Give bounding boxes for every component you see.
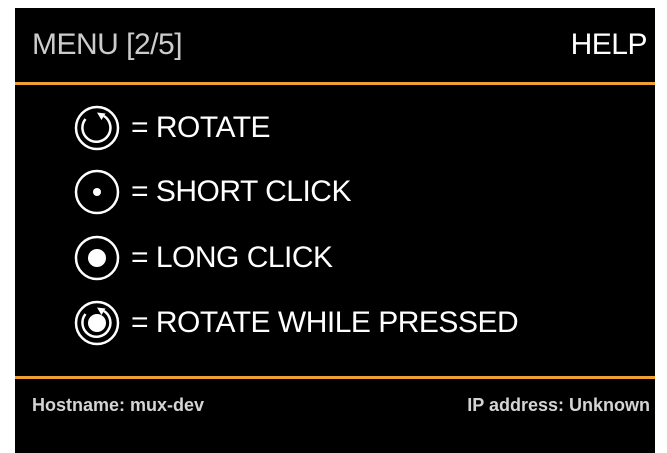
ip-address-text: IP address: Unknown [467, 395, 650, 415]
legend-label-rotate: = ROTATE [131, 111, 271, 144]
legend-label-short-click: = SHORT CLICK [131, 175, 351, 208]
device-screen: MENU [2/5] HELP = ROTATE = SHORT CLICK =… [15, 8, 655, 453]
footer-divider [15, 376, 655, 379]
legend-row-short-click: = SHORT CLICK [73, 168, 351, 216]
legend-label-rotate-while-pressed: = ROTATE WHILE PRESSED [131, 306, 519, 339]
long-click-icon [73, 234, 121, 282]
menu-title: MENU [2/5] [32, 28, 183, 61]
help-title: HELP [570, 28, 648, 61]
legend-row-rotate: = ROTATE [73, 104, 271, 152]
short-click-icon [73, 168, 121, 216]
header-divider [15, 82, 655, 85]
hostname-text: Hostname: mux-dev [32, 395, 205, 415]
legend-row-long-click: = LONG CLICK [73, 234, 333, 282]
rotate-icon [73, 104, 121, 152]
rotate-while-pressed-icon [73, 299, 121, 347]
legend-label-long-click: = LONG CLICK [131, 241, 333, 274]
legend-row-rotate-while-pressed: = ROTATE WHILE PRESSED [73, 299, 519, 347]
